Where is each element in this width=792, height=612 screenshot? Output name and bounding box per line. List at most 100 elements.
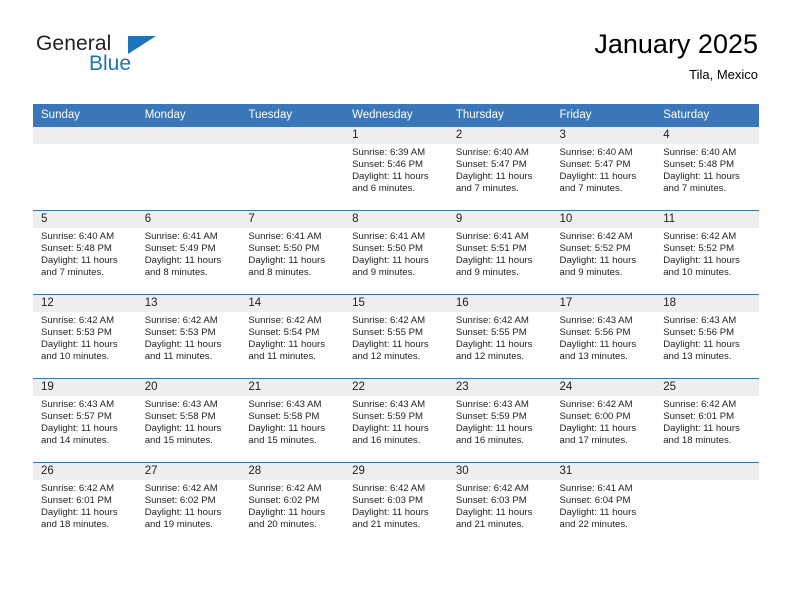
daylight-text-line1: Daylight: 11 hours <box>144 339 222 351</box>
daylight-text-line1: Daylight: 11 hours <box>248 339 326 351</box>
day-number <box>136 127 241 144</box>
sunset-text: Sunset: 5:58 PM <box>144 411 216 423</box>
day-number: 22 <box>344 379 448 396</box>
calendar-cell-empty <box>136 126 241 211</box>
sunset-text: Sunset: 5:46 PM <box>352 159 424 171</box>
day-details: Sunrise: 6:43 AM Sunset: 5:57 PM Daylight:… <box>33 396 137 447</box>
daylight-text-line2: and 9 minutes. <box>352 267 416 279</box>
day-details: Sunrise: 6:40 AM Sunset: 5:47 PM Daylight:… <box>448 144 552 195</box>
calendar-cell-day-19[interactable]: 19 Sunrise: 6:43 AM Sunset: 5:57 PM Dayligh… <box>33 378 137 463</box>
page-title: January 2025 <box>594 29 758 59</box>
calendar-week-row: 19 Sunrise: 6:43 AM Sunset: 5:57 PM Dayligh… <box>33 378 759 463</box>
sunrise-text: Sunrise: 6:40 AM <box>663 147 737 158</box>
day-details: Sunrise: 6:40 AM Sunset: 5:48 PM Daylight:… <box>655 144 759 195</box>
day-details: Sunrise: 6:41 AM Sunset: 5:50 PM Daylight:… <box>344 228 448 279</box>
calendar-cell-day-26[interactable]: 26 Sunrise: 6:42 AM Sunset: 6:01 PM Dayligh… <box>33 462 137 546</box>
cell-inner: 31 Sunrise: 6:41 AM Sunset: 6:04 PM Dayligh… <box>551 463 656 546</box>
day-details: Sunrise: 6:43 AM Sunset: 5:59 PM Daylight:… <box>448 396 552 447</box>
cell-inner <box>240 127 345 210</box>
calendar-cell-day-22[interactable]: 22 Sunrise: 6:43 AM Sunset: 5:59 PM Dayligh… <box>344 378 448 463</box>
day-number: 7 <box>240 211 345 228</box>
sunrise-text: Sunrise: 6:43 AM <box>455 399 529 410</box>
calendar-cell-day-25[interactable]: 25 Sunrise: 6:42 AM Sunset: 6:01 PM Dayligh… <box>655 378 759 463</box>
sunrise-text: Sunrise: 6:41 AM <box>248 231 322 242</box>
triangle-icon <box>128 36 156 54</box>
logo-text-blue: Blue <box>89 52 132 75</box>
daylight-text-line1: Daylight: 11 hours <box>455 171 533 183</box>
day-number: 20 <box>136 379 241 396</box>
sunset-text: Sunset: 6:01 PM <box>41 495 112 507</box>
calendar-cell-day-15[interactable]: 15 Sunrise: 6:42 AM Sunset: 5:55 PM Dayligh… <box>344 294 448 379</box>
daylight-text-line2: and 18 minutes. <box>41 519 110 531</box>
general-blue-logo[interactable]: General Blue <box>36 32 166 88</box>
calendar-cell-day-11[interactable]: 11 Sunrise: 6:42 AM Sunset: 5:52 PM Dayligh… <box>655 210 759 295</box>
calendar-cell-day-6[interactable]: 6 Sunrise: 6:41 AM Sunset: 5:49 PM Daylight… <box>136 210 241 295</box>
calendar-cell-day-30[interactable]: 30 Sunrise: 6:42 AM Sunset: 6:03 PM Dayligh… <box>447 462 552 546</box>
sunset-text: Sunset: 5:47 PM <box>559 159 631 171</box>
calendar-cell-day-31[interactable]: 31 Sunrise: 6:41 AM Sunset: 6:04 PM Dayligh… <box>551 462 656 546</box>
calendar-cell-day-24[interactable]: 24 Sunrise: 6:42 AM Sunset: 6:00 PM Dayligh… <box>551 378 656 463</box>
day-number: 30 <box>447 463 552 480</box>
weekday-header-wednesday: Wednesday <box>344 104 448 127</box>
calendar-cell-day-14[interactable]: 14 Sunrise: 6:42 AM Sunset: 5:54 PM Dayligh… <box>240 294 345 379</box>
day-details: Sunrise: 6:41 AM Sunset: 5:51 PM Daylight:… <box>448 228 552 279</box>
cell-inner: 29 Sunrise: 6:42 AM Sunset: 6:03 PM Dayligh… <box>344 463 448 546</box>
daylight-text-line1: Daylight: 11 hours <box>559 507 637 519</box>
daylight-text-line2: and 22 minutes. <box>559 519 628 531</box>
calendar-cell-day-7[interactable]: 7 Sunrise: 6:41 AM Sunset: 5:50 PM Daylight… <box>240 210 345 295</box>
sunrise-text: Sunrise: 6:41 AM <box>559 483 633 494</box>
daylight-text-line2: and 15 minutes. <box>248 435 317 447</box>
sunrise-text: Sunrise: 6:43 AM <box>144 399 218 410</box>
calendar-cell-day-1[interactable]: 1 Sunrise: 6:39 AM Sunset: 5:46 PM Daylight… <box>344 126 448 211</box>
daylight-text-line2: and 10 minutes. <box>41 351 110 363</box>
weekday-header-saturday: Saturday <box>655 104 759 127</box>
cell-inner: 21 Sunrise: 6:43 AM Sunset: 5:58 PM Dayligh… <box>240 379 345 462</box>
calendar-cell-day-17[interactable]: 17 Sunrise: 6:43 AM Sunset: 5:56 PM Dayligh… <box>551 294 656 379</box>
day-number <box>655 463 759 480</box>
sunrise-text: Sunrise: 6:41 AM <box>455 231 529 242</box>
calendar-cell-day-23[interactable]: 23 Sunrise: 6:43 AM Sunset: 5:59 PM Dayligh… <box>447 378 552 463</box>
sunset-text: Sunset: 5:48 PM <box>41 243 112 255</box>
sunrise-text: Sunrise: 6:42 AM <box>248 483 322 494</box>
sunset-text: Sunset: 5:56 PM <box>559 327 631 339</box>
calendar-cell-day-10[interactable]: 10 Sunrise: 6:42 AM Sunset: 5:52 PM Dayligh… <box>551 210 656 295</box>
calendar-cell-day-29[interactable]: 29 Sunrise: 6:42 AM Sunset: 6:03 PM Dayligh… <box>344 462 448 546</box>
calendar-grid: Sunday Monday Tuesday Wednesday Thursday Frid… <box>33 104 759 546</box>
calendar-cell-day-18[interactable]: 18 Sunrise: 6:43 AM Sunset: 5:56 PM Dayligh… <box>655 294 759 379</box>
daylight-text-line2: and 18 minutes. <box>663 435 732 447</box>
daylight-text-line2: and 8 minutes. <box>144 267 208 279</box>
calendar-cell-day-4[interactable]: 4 Sunrise: 6:40 AM Sunset: 5:48 PM Daylight… <box>655 126 759 211</box>
day-number <box>33 127 137 144</box>
calendar-cell-day-3[interactable]: 3 Sunrise: 6:40 AM Sunset: 5:47 PM Daylight… <box>551 126 656 211</box>
calendar-cell-day-16[interactable]: 16 Sunrise: 6:42 AM Sunset: 5:55 PM Dayligh… <box>447 294 552 379</box>
calendar-cell-day-2[interactable]: 2 Sunrise: 6:40 AM Sunset: 5:47 PM Daylight… <box>447 126 552 211</box>
calendar-cell-day-12[interactable]: 12 Sunrise: 6:42 AM Sunset: 5:53 PM Dayligh… <box>33 294 137 379</box>
calendar-cell-day-5[interactable]: 5 Sunrise: 6:40 AM Sunset: 5:48 PM Daylight… <box>33 210 137 295</box>
cell-inner: 14 Sunrise: 6:42 AM Sunset: 5:54 PM Dayligh… <box>240 295 345 378</box>
calendar-cell-day-9[interactable]: 9 Sunrise: 6:41 AM Sunset: 5:51 PM Daylight… <box>447 210 552 295</box>
daylight-text-line1: Daylight: 11 hours <box>663 423 740 435</box>
sunrise-text: Sunrise: 6:42 AM <box>248 315 322 326</box>
day-details: Sunrise: 6:42 AM Sunset: 5:55 PM Daylight:… <box>344 312 448 363</box>
cell-inner: 12 Sunrise: 6:42 AM Sunset: 5:53 PM Dayligh… <box>33 295 137 378</box>
sunset-text: Sunset: 5:58 PM <box>248 411 320 423</box>
calendar-cell-day-20[interactable]: 20 Sunrise: 6:43 AM Sunset: 5:58 PM Dayligh… <box>136 378 241 463</box>
calendar-cell-day-28[interactable]: 28 Sunrise: 6:42 AM Sunset: 6:02 PM Dayligh… <box>240 462 345 546</box>
cell-inner: 30 Sunrise: 6:42 AM Sunset: 6:03 PM Dayligh… <box>447 463 552 546</box>
calendar-cell-day-27[interactable]: 27 Sunrise: 6:42 AM Sunset: 6:02 PM Dayligh… <box>136 462 241 546</box>
daylight-text-line1: Daylight: 11 hours <box>559 255 637 267</box>
sunset-text: Sunset: 5:52 PM <box>663 243 735 255</box>
calendar-cell-day-13[interactable]: 13 Sunrise: 6:42 AM Sunset: 5:53 PM Dayligh… <box>136 294 241 379</box>
day-number: 27 <box>136 463 241 480</box>
day-number: 6 <box>136 211 241 228</box>
sunrise-text: Sunrise: 6:43 AM <box>41 399 115 410</box>
day-details: Sunrise: 6:40 AM Sunset: 5:47 PM Daylight:… <box>552 144 656 195</box>
daylight-text-line1: Daylight: 11 hours <box>559 171 637 183</box>
day-details: Sunrise: 6:42 AM Sunset: 5:54 PM Daylight:… <box>240 312 344 363</box>
cell-inner: 22 Sunrise: 6:43 AM Sunset: 5:59 PM Dayligh… <box>344 379 448 462</box>
day-details: Sunrise: 6:39 AM Sunset: 5:46 PM Daylight:… <box>344 144 448 195</box>
calendar-cell-day-8[interactable]: 8 Sunrise: 6:41 AM Sunset: 5:50 PM Daylight… <box>344 210 448 295</box>
calendar-cell-day-21[interactable]: 21 Sunrise: 6:43 AM Sunset: 5:58 PM Dayligh… <box>240 378 345 463</box>
sunrise-text: Sunrise: 6:40 AM <box>41 231 115 242</box>
sunset-text: Sunset: 5:50 PM <box>248 243 320 255</box>
